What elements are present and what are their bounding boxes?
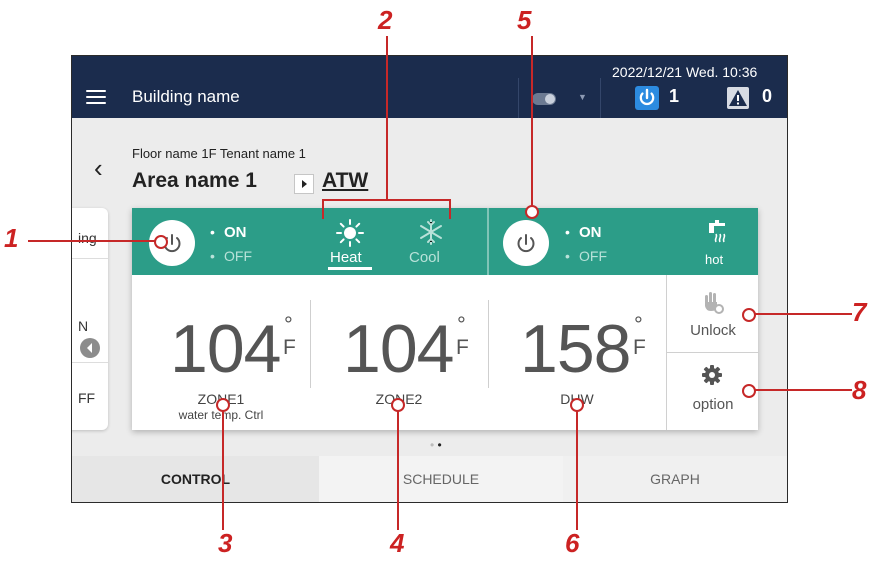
callout-8: 8 [852, 375, 867, 405]
temperature-value: 158 [520, 311, 631, 387]
snowflake-icon[interactable] [418, 218, 444, 251]
off-label[interactable]: OFF [579, 248, 607, 264]
card-fragment: FF [78, 390, 96, 406]
dhw-power-button[interactable] [503, 220, 549, 266]
callout-6: 6 [565, 528, 580, 558]
caret-down-icon[interactable]: ▼ [578, 92, 587, 102]
tab-schedule[interactable]: SCHEDULE [319, 456, 563, 502]
building-name: Building name [132, 87, 240, 106]
on-label[interactable]: ON [224, 224, 247, 241]
sun-icon[interactable] [335, 218, 365, 253]
top-bar: Building name 2022/12/21 Wed. 10:36 ▼ 1 … [72, 56, 787, 118]
hot-label: hot [705, 252, 724, 267]
chevron-left-icon[interactable] [80, 338, 100, 358]
divider [487, 208, 489, 275]
hand-lock-icon [701, 289, 725, 320]
dhw-temperature[interactable]: 158 [520, 310, 631, 388]
off-label[interactable]: OFF [224, 248, 252, 264]
divider [600, 78, 601, 118]
alert-count: 0 [762, 86, 773, 106]
tab-bar: CONTROL SCHEDULE GRAPH [72, 456, 787, 502]
temperature-value: 104 [170, 311, 281, 387]
divider [488, 300, 489, 388]
temperature-unit: F [456, 336, 469, 359]
selected-indicator [328, 267, 372, 270]
on-label[interactable]: ON [579, 224, 602, 241]
divider [518, 78, 519, 118]
callout-4: 4 [390, 528, 405, 558]
zone2-temperature[interactable]: 104 [343, 310, 454, 388]
tab-control[interactable]: CONTROL [72, 456, 319, 502]
area-name: Area name 1 [132, 169, 257, 192]
hamburger-menu-icon[interactable] [86, 90, 106, 104]
callout-7: 7 [852, 297, 867, 327]
zone1-temperature[interactable]: 104 [170, 310, 281, 388]
divider [72, 258, 108, 259]
tab-graph[interactable]: GRAPH [563, 456, 787, 502]
control-header: • ON • OFF Heat Cool • ON • OFF hot [132, 208, 758, 275]
warning-icon[interactable] [727, 87, 749, 109]
device-screen: Building name 2022/12/21 Wed. 10:36 ▼ 1 … [71, 55, 788, 503]
gear-icon [701, 364, 723, 391]
hot-water-faucet-icon[interactable] [705, 219, 729, 250]
atw-link[interactable]: ATW [322, 169, 368, 193]
side-buttons: Unlock option [666, 275, 759, 430]
floor-name: Floor name 1F Tenant name 1 [132, 146, 306, 161]
divider [310, 300, 311, 388]
temperature-unit: F [283, 336, 296, 359]
card-fragment: ing [78, 230, 97, 246]
cool-mode-label[interactable]: Cool [409, 249, 440, 266]
temperature-value: 104 [343, 311, 454, 387]
unlock-label: Unlock [690, 322, 736, 339]
back-chevron-icon[interactable]: ‹ [94, 153, 103, 184]
datetime: 2022/12/21 Wed. 10:36 [612, 64, 758, 80]
power-status-icon[interactable] [635, 86, 659, 110]
callout-3: 3 [218, 528, 233, 558]
callout-1: 1 [4, 223, 19, 253]
card-fragment: N [78, 318, 89, 334]
callout-2: 2 [378, 5, 393, 35]
power-count: 1 [669, 86, 680, 106]
divider [72, 362, 108, 363]
temperature-unit: F [633, 336, 646, 359]
callout-5: 5 [517, 5, 532, 35]
area-selector-icon[interactable] [294, 174, 314, 194]
atw-control-card: • ON • OFF Heat Cool • ON • OFF hot 104 … [132, 208, 759, 430]
heat-mode-label[interactable]: Heat [330, 249, 362, 266]
option-label: option [692, 396, 734, 413]
page-indicator: • • [430, 438, 442, 452]
toggle-switch[interactable] [532, 93, 556, 105]
